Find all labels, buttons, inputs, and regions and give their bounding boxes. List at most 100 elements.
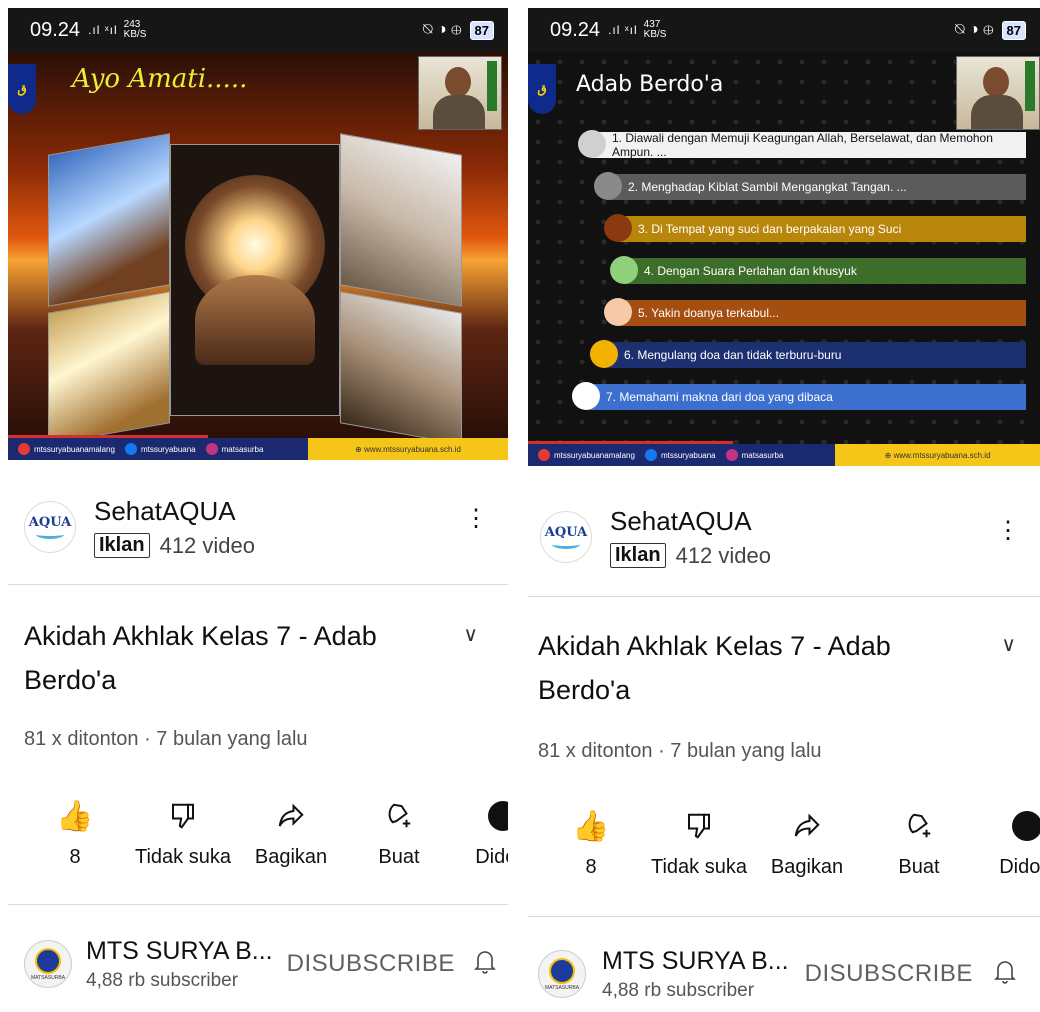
share-label: Bagikan bbox=[254, 846, 328, 868]
youtube-handle: mtssuryabuanamalang bbox=[554, 450, 635, 460]
instagram-icon bbox=[725, 449, 738, 461]
globe-icon: ⊕ bbox=[355, 444, 364, 454]
create-label: Buat bbox=[378, 846, 420, 868]
chevron-down-icon[interactable]: ∨ bbox=[1001, 632, 1016, 657]
bullet-dot-icon bbox=[610, 256, 638, 284]
channel-avatar[interactable]: MATSASURBA bbox=[24, 940, 72, 988]
adab-item-text: 2. Menghadap Kiblat Sambil Mengangkat Ta… bbox=[628, 180, 907, 194]
adab-item-text: 7. Memahami makna dari doa yang dibaca bbox=[606, 390, 833, 404]
share-icon bbox=[236, 796, 346, 836]
adab-item: 1. Diawali dengan Memuji Keagungan Allah… bbox=[578, 130, 1026, 159]
more-options-icon[interactable]: ⋮ bbox=[996, 516, 1020, 545]
like-button[interactable]: 👍 8 bbox=[536, 806, 646, 879]
create-label: Buat bbox=[898, 856, 940, 878]
bell-icon[interactable] bbox=[473, 947, 497, 982]
create-icon bbox=[864, 806, 974, 846]
ad-badge: Iklan bbox=[94, 533, 150, 558]
download-label: Didow bbox=[999, 856, 1040, 878]
speed-unit: KB/S bbox=[643, 29, 667, 40]
website-strip: ⊕ www.mtssuryabuana.sch.id bbox=[308, 438, 508, 460]
channel-name[interactable]: MTS SURYA B... bbox=[86, 937, 273, 966]
adab-item-text: 6. Mengulang doa dan tidak terburu-buru bbox=[624, 348, 842, 362]
hands-shape bbox=[195, 275, 315, 365]
channel-avatar[interactable]: MATSASURBA bbox=[538, 950, 586, 998]
action-bar: 👍 8 Tidak suka Bagikan Buat Didow bbox=[0, 796, 508, 886]
ad-info: SehatAQUA Iklan 412 video bbox=[610, 506, 771, 569]
adab-item-text: 4. Dengan Suara Perlahan dan khusyuk bbox=[644, 264, 857, 278]
ad-subtitle: Iklan 412 video bbox=[610, 543, 771, 569]
status-bar: 09.24 .ıl ˣıl 243 KB/S ⍉ ◑ ⊕ 87 bbox=[8, 8, 508, 52]
create-button[interactable]: Buat bbox=[344, 796, 454, 869]
channel-name[interactable]: MTS SURYA B... bbox=[602, 947, 789, 976]
teacher-body bbox=[971, 95, 1023, 129]
adab-item: 4. Dengan Suara Perlahan dan khusyuk bbox=[610, 256, 1026, 284]
status-icons: ⍉ ◑ ⊕ bbox=[422, 21, 462, 38]
school-logo-icon: ق bbox=[8, 64, 36, 114]
ad-subtitle: Iklan 412 video bbox=[94, 533, 255, 559]
video-player[interactable]: 09.24 .ıl ˣıl 243 KB/S ⍉ ◑ ⊕ 87 ق Ayo Ama… bbox=[8, 8, 508, 460]
social-footer: mtssuryabuanamalang mtssuryabuana matsas… bbox=[8, 438, 508, 460]
video-title[interactable]: Akidah Akhlak Kelas 7 - Adab Berdo'a bbox=[24, 614, 424, 702]
teacher-head bbox=[983, 67, 1009, 97]
social-footer: mtssuryabuanamalang mtssuryabuana matsas… bbox=[528, 444, 1040, 466]
like-button[interactable]: 👍 8 bbox=[20, 796, 130, 869]
ad-row[interactable]: AQUA SehatAQUA Iklan 412 video ⋮ bbox=[24, 482, 508, 572]
more-options-icon[interactable]: ⋮ bbox=[464, 504, 488, 533]
wave-icon bbox=[36, 530, 64, 539]
instagram-icon bbox=[205, 443, 218, 455]
aqua-logo-text: AQUA bbox=[544, 525, 588, 540]
bullet-dot-icon bbox=[604, 298, 632, 326]
subscribe-button[interactable]: DISUBSCRIBE bbox=[287, 950, 455, 978]
divider bbox=[8, 904, 508, 905]
channel-info: MTS SURYA B... 4,88 rb subscriber bbox=[86, 937, 273, 992]
globe-icon: ⊕ bbox=[884, 450, 894, 460]
subscribe-button[interactable]: DISUBSCRIBE bbox=[805, 960, 973, 988]
network-speed: 437 KB/S bbox=[644, 20, 667, 40]
battery-icon: 87 bbox=[469, 20, 494, 40]
youtube-handle: mtssuryabuanamalang bbox=[34, 444, 115, 454]
divider bbox=[8, 584, 508, 585]
ad-row[interactable]: AQUA SehatAQUA Iklan 412 video ⋮ bbox=[540, 492, 1040, 582]
chevron-down-icon[interactable]: ∨ bbox=[463, 622, 478, 647]
bullet-dot-icon bbox=[604, 214, 632, 242]
youtube-icon bbox=[538, 449, 550, 461]
download-button[interactable]: Didow bbox=[448, 796, 508, 869]
video-player[interactable]: 09.24 .ıl ˣıl 437 KB/S ⍉ ◑ ⊕ 87 ق Adab Be… bbox=[528, 8, 1040, 466]
instagram-handle: matsasurba bbox=[221, 444, 264, 454]
teacher-webcam bbox=[418, 56, 502, 130]
aqua-avatar[interactable]: AQUA bbox=[540, 511, 592, 563]
instagram-handle: matsasurba bbox=[741, 450, 784, 460]
signal-icon: .ıl ˣıl bbox=[88, 23, 118, 37]
adab-item: 5. Yakin doanya terkabul... bbox=[604, 298, 1026, 326]
share-button[interactable]: Bagikan bbox=[752, 806, 862, 879]
wave-icon bbox=[552, 540, 580, 549]
share-icon bbox=[752, 806, 862, 846]
dislike-button[interactable]: Tidak suka bbox=[128, 796, 238, 869]
bell-icon[interactable] bbox=[993, 957, 1017, 992]
battery-icon: 87 bbox=[1001, 20, 1026, 40]
slide-ayo-amati: ق Ayo Amati..... bbox=[8, 52, 508, 445]
aqua-avatar[interactable]: AQUA bbox=[24, 501, 76, 553]
ad-badge: Iklan bbox=[610, 543, 666, 568]
channel-row[interactable]: MATSASURBA MTS SURYA B... 4,88 rb subscr… bbox=[24, 926, 508, 1002]
channel-row[interactable]: MATSASURBA MTS SURYA B... 4,88 rb subscr… bbox=[538, 936, 1040, 1012]
teacher-head bbox=[445, 67, 471, 97]
adab-item: 2. Menghadap Kiblat Sambil Mengangkat Ta… bbox=[594, 172, 1026, 200]
prayer-photo-center bbox=[170, 144, 340, 416]
signal-icon: .ıl ˣıl bbox=[608, 23, 638, 37]
action-bar: 👍 8 Tidak suka Bagikan Buat Didow bbox=[520, 806, 1040, 896]
create-button[interactable]: Buat bbox=[864, 806, 974, 879]
ad-video-count: 412 video bbox=[675, 542, 771, 568]
download-icon bbox=[972, 806, 1040, 846]
divider bbox=[528, 596, 1040, 597]
adab-item-text: 1. Diawali dengan Memuji Keagungan Allah… bbox=[612, 131, 993, 159]
facebook-handle: mtssuryabuana bbox=[660, 450, 716, 460]
adab-item: 3. Di Tempat yang suci dan berpakaian ya… bbox=[604, 214, 1026, 242]
share-button[interactable]: Bagikan bbox=[236, 796, 346, 869]
thumbs-up-icon: 👍 bbox=[572, 809, 610, 843]
status-time: 09.24 bbox=[30, 18, 81, 41]
download-button[interactable]: Didow bbox=[972, 806, 1040, 879]
dislike-button[interactable]: Tidak suka bbox=[644, 806, 754, 879]
slide-title: Adab Berdo'a bbox=[576, 72, 724, 97]
video-title[interactable]: Akidah Akhlak Kelas 7 - Adab Berdo'a bbox=[538, 624, 938, 712]
